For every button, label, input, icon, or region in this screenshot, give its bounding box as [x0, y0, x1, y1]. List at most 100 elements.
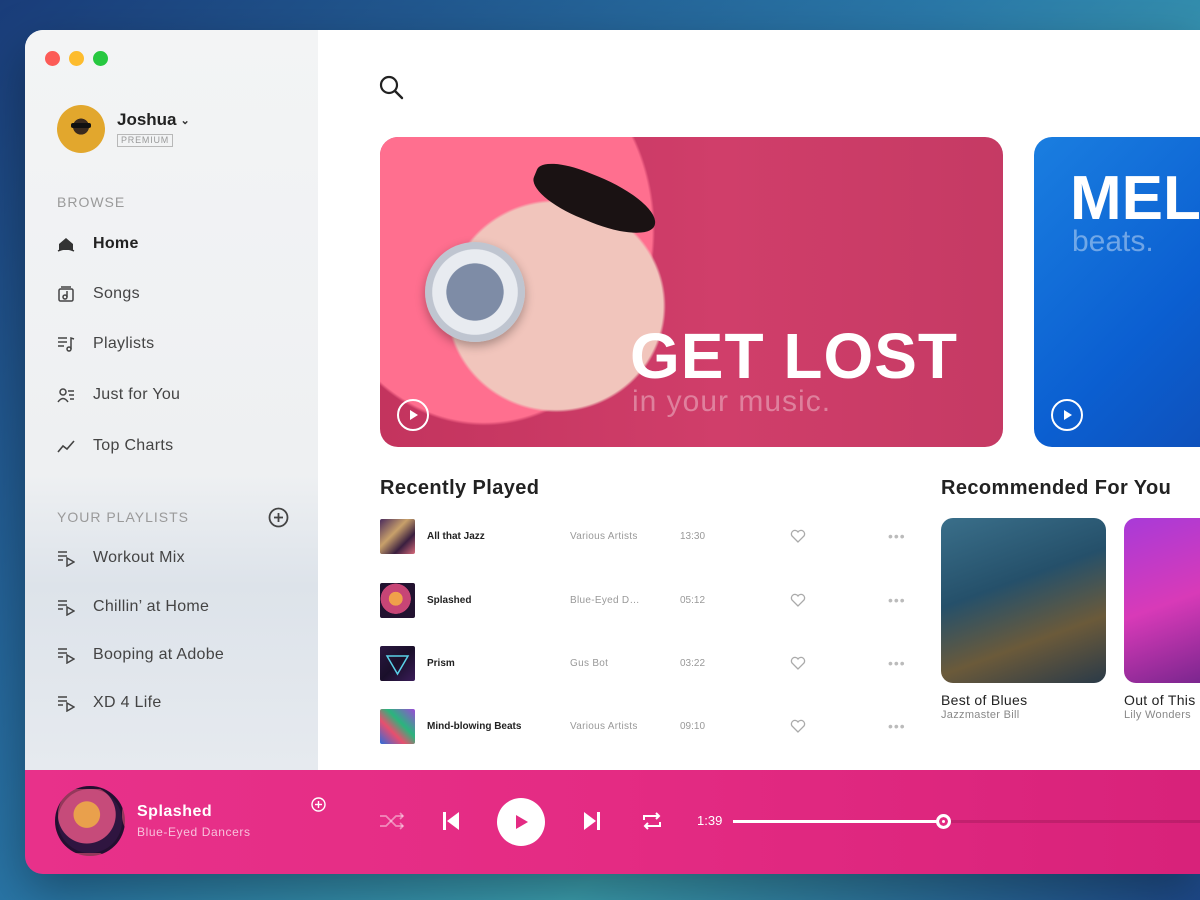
now-playing-artist: Blue-Eyed Dancers: [137, 825, 251, 839]
progress-fill: [733, 820, 944, 823]
play-icon: [410, 410, 418, 420]
playlist-label: Chillin’ at Home: [93, 598, 210, 615]
sidebar-item-label: Just for You: [93, 386, 181, 403]
user-name: Joshua: [117, 110, 177, 129]
next-button[interactable]: [578, 807, 606, 835]
add-to-library-icon[interactable]: [311, 797, 326, 812]
featured-banner-second[interactable]: MEL beats.: [1034, 137, 1200, 447]
track-thumbnail: [380, 582, 415, 618]
main-area: Joshua ⌄ PREMIUM BROWSE Home Songs Playl…: [25, 30, 1200, 770]
playlist-label: XD 4 Life: [93, 694, 162, 711]
avatar: [57, 105, 105, 153]
prism-icon: [385, 654, 410, 675]
maximize-window-button[interactable]: [93, 51, 108, 66]
recommended-card[interactable]: Best of Blues Jazzmaster Bill: [941, 518, 1106, 721]
hero2-subtitle: beats.: [1072, 225, 1154, 258]
playlist-item-xd-4-life[interactable]: XD 4 Life: [57, 694, 162, 712]
heart-icon[interactable]: [790, 718, 806, 734]
sidebar-item-just-for-you[interactable]: Just for You: [57, 386, 180, 404]
progress-bar[interactable]: [733, 814, 1200, 829]
just-for-you-icon: [57, 386, 75, 404]
close-window-button[interactable]: [45, 51, 60, 66]
hero-subtitle: in your music.: [632, 385, 832, 418]
premium-badge: PREMIUM: [117, 134, 174, 147]
track-duration: 03:22: [680, 657, 706, 669]
track-artist: Blue-Eyed D…: [570, 594, 640, 606]
add-playlist-icon[interactable]: [268, 507, 289, 528]
heart-icon[interactable]: [790, 528, 806, 544]
heart-icon[interactable]: [790, 655, 806, 671]
more-options-icon[interactable]: •••: [888, 592, 906, 608]
hero-title: GET LOST: [630, 320, 958, 392]
more-options-icon[interactable]: •••: [888, 718, 906, 734]
repeat-icon: [643, 812, 661, 830]
sidebar-item-label: Songs: [93, 285, 140, 302]
track-duration: 13:30: [680, 530, 706, 542]
sidebar-item-top-charts[interactable]: Top Charts: [57, 437, 173, 455]
track-row[interactable]: Prism Gus Bot 03:22 •••: [380, 645, 910, 681]
now-playing-title: Splashed: [137, 803, 213, 820]
sidebar-item-label: Playlists: [93, 335, 155, 352]
window-controls: [45, 51, 108, 66]
playlist-item-chillin-at-home[interactable]: Chillin’ at Home: [57, 598, 209, 616]
heart-icon[interactable]: [790, 592, 806, 608]
playlist-icon: [57, 549, 75, 567]
app-window: Joshua ⌄ PREMIUM BROWSE Home Songs Playl…: [25, 30, 1200, 874]
featured-banner-get-lost[interactable]: GET LOST in your music.: [380, 137, 1003, 447]
minimize-window-button[interactable]: [69, 51, 84, 66]
play-icon: [516, 815, 528, 829]
sidebar-item-songs[interactable]: Songs: [57, 285, 140, 303]
skip-forward-icon: [584, 812, 600, 830]
progress-knob[interactable]: [936, 814, 952, 829]
track-thumbnail: [380, 708, 415, 744]
sidebar-item-label: Top Charts: [93, 437, 174, 454]
hero2-title: MEL: [1070, 164, 1200, 233]
track-row[interactable]: All that Jazz Various Artists 13:30 •••: [380, 518, 910, 554]
playlist-item-booping-at-adobe[interactable]: Booping at Adobe: [57, 646, 224, 664]
your-playlists-title: YOUR PLAYLISTS: [57, 509, 190, 525]
browse-title: BROWSE: [57, 194, 126, 210]
playlist-icon: [57, 694, 75, 712]
shuffle-button[interactable]: [378, 807, 406, 835]
hero-play-button[interactable]: [397, 399, 429, 431]
sidebar-item-playlists[interactable]: Playlists: [57, 335, 154, 353]
card-artist: Lily Wonders: [1124, 709, 1191, 721]
more-options-icon[interactable]: •••: [888, 655, 906, 671]
track-thumbnail: [380, 645, 415, 681]
album-cover: [941, 518, 1106, 683]
hero-headphone: [425, 242, 525, 342]
time-elapsed: 1:39: [697, 813, 723, 828]
skip-back-icon: [443, 812, 459, 830]
track-row[interactable]: Mind-blowing Beats Various Artists 09:10…: [380, 708, 910, 744]
sidebar-item-home[interactable]: Home: [57, 235, 139, 253]
hero2-play-button[interactable]: [1051, 399, 1083, 431]
track-row[interactable]: Splashed Blue-Eyed D… 05:12 •••: [380, 582, 910, 618]
track-title: Mind-blowing Beats: [427, 720, 522, 732]
repeat-button[interactable]: [638, 807, 666, 835]
track-duration: 05:12: [680, 594, 706, 606]
track-thumbnail: [380, 518, 415, 554]
play-icon: [1064, 410, 1072, 420]
home-icon: [57, 235, 75, 253]
songs-icon: [57, 285, 75, 303]
playlist-icon: [57, 646, 75, 664]
play-pause-button[interactable]: [497, 798, 545, 846]
shuffle-icon: [380, 812, 405, 830]
search-icon[interactable]: [378, 74, 404, 100]
recommended-card[interactable]: Out of This Lily Wonders: [1124, 518, 1200, 721]
recently-played-title: Recently Played: [380, 477, 540, 499]
track-artist: Various Artists: [570, 530, 638, 542]
more-options-icon[interactable]: •••: [888, 528, 906, 544]
track-title: Prism: [427, 657, 455, 669]
player-bar: Splashed Blue-Eyed Dancers 1:39: [25, 770, 1200, 874]
sidebar: Joshua ⌄ PREMIUM BROWSE Home Songs Playl…: [25, 30, 318, 770]
playlist-label: Booping at Adobe: [93, 646, 225, 663]
user-menu[interactable]: Joshua ⌄ PREMIUM: [57, 105, 190, 153]
track-duration: 09:10: [680, 720, 706, 732]
chevron-down-icon: ⌄: [180, 114, 190, 127]
previous-button[interactable]: [437, 807, 465, 835]
playlists-icon: [57, 335, 75, 353]
recommended-title: Recommended For You: [941, 477, 1172, 499]
playlist-item-workout-mix[interactable]: Workout Mix: [57, 549, 185, 567]
now-playing-art: [55, 786, 125, 856]
